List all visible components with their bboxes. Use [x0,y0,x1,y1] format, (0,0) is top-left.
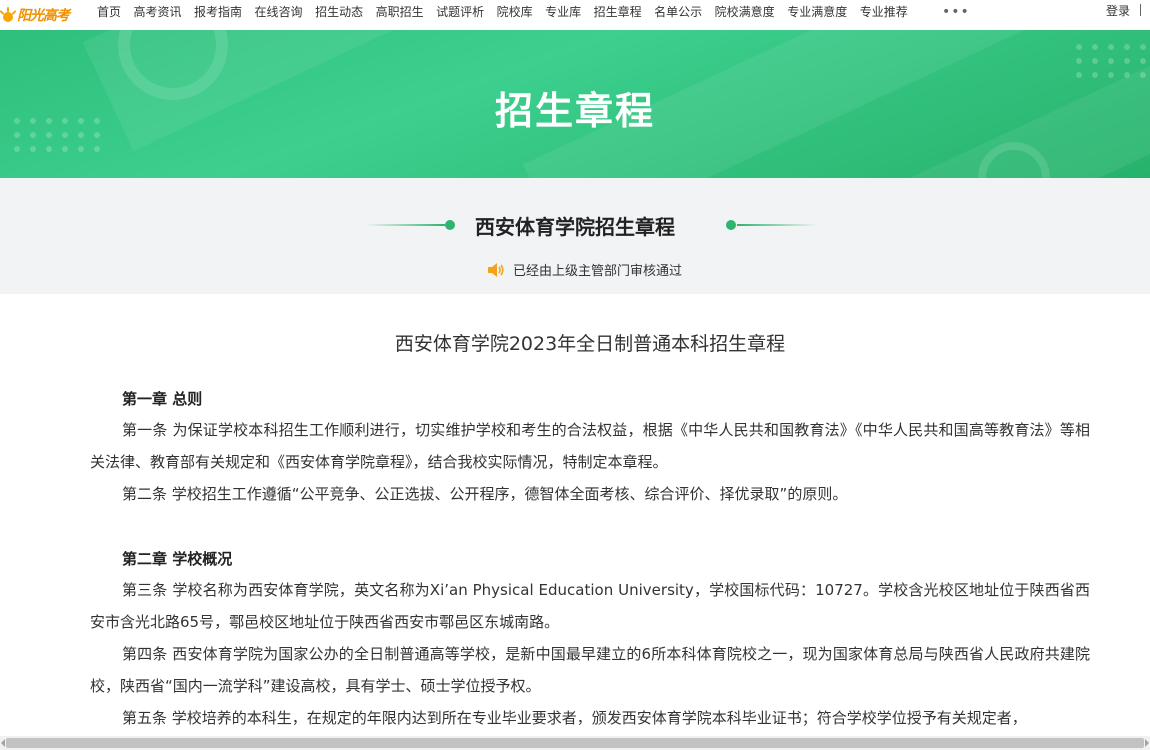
horizontal-scrollbar[interactable] [0,736,1150,750]
sun-icon [0,7,17,23]
article-title: 西安体育学院2023年全日制普通本科招生章程 [394,333,786,355]
page-banner: 招生章程 [0,30,1150,178]
chapter-heading: 第一章 总则 [122,390,203,408]
nav-item-home[interactable]: 首页 [97,3,121,20]
title-decoration-right [737,224,817,226]
chapter-heading: 第二章 学校概况 [122,550,233,568]
nav-item-major-recommend[interactable]: 专业推荐 [860,3,908,20]
nav-item-school-satisfaction[interactable]: 院校满意度 [715,3,775,20]
article-paragraph: 第三条 学校名称为西安体育学院，英文名称为Xi’an Physical Educ… [90,581,1090,631]
school-charter-title: 西安体育学院招生章程 [475,215,675,239]
nav-menu: 首页 高考资讯 报考指南 在线咨询 招生动态 高职招生 试题评析 院校库 专业库… [97,0,920,22]
nav-item-schools[interactable]: 院校库 [497,3,533,20]
scrollbar-thumb[interactable] [6,738,1144,748]
nav-item-majors[interactable]: 专业库 [545,3,581,20]
nav-item-consult[interactable]: 在线咨询 [255,3,303,20]
article-paragraph: 第一条 为保证学校本科招生工作顺利进行，切实维护学校和考生的合法权益，根据《中华… [90,421,1090,471]
banner-title: 招生章程 [494,89,655,133]
nav-item-charters[interactable]: 招生章程 [594,3,642,20]
article-paragraph: 第二条 学校招生工作遵循“公平竞争、公正选拔、公开程序，德智体全面考核、综合评价… [122,485,848,503]
speaker-icon [488,262,504,277]
scroll-left-icon[interactable] [1,739,5,747]
audit-text: 已经由上级主管部门审核通过 [513,264,683,279]
nav-item-news[interactable]: 高考资讯 [134,3,182,20]
nav-item-admission-news[interactable]: 招生动态 [315,3,363,20]
nav-item-guide[interactable]: 报考指南 [194,3,242,20]
title-decoration-dot-right [726,220,736,230]
logo-text: 阳光高考 [17,8,70,24]
login-link[interactable]: 登录 [1106,2,1130,19]
nav-divider [1140,4,1141,16]
top-nav: 阳光高考 首页 高考资讯 报考指南 在线咨询 招生动态 高职招生 试题评析 院校… [0,0,1150,30]
site-logo[interactable]: 阳光高考 [0,3,70,27]
more-menu-icon[interactable]: ••• [942,4,970,20]
charter-header: 西安体育学院招生章程 已经由上级主管部门审核通过 [0,178,1150,294]
nav-item-lists[interactable]: 名单公示 [654,3,702,20]
scroll-right-icon[interactable] [1145,739,1149,747]
nav-item-major-satisfaction[interactable]: 专业满意度 [787,3,847,20]
nav-item-exam-review[interactable]: 试题评析 [436,3,484,20]
nav-item-vocational[interactable]: 高职招生 [376,3,424,20]
article-paragraph: 第五条 学校培养的本科生，在规定的年限内达到所在专业毕业要求者，颁发西安体育学院… [122,709,1027,727]
article-paragraph: 第四条 西安体育学院为国家公办的全日制普通高等学校，是新中国最早建立的6所本科体… [90,645,1090,695]
audit-notice: 已经由上级主管部门审核通过 [487,260,682,279]
